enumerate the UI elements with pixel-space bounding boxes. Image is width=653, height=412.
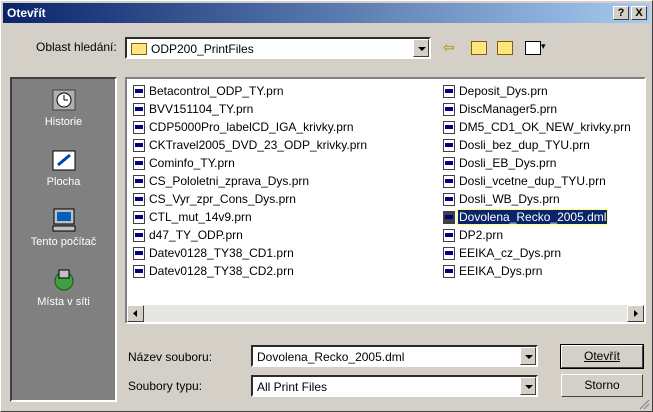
my-computer-icon (50, 207, 78, 233)
history-icon (50, 87, 78, 113)
file-name: CTL_mut_14v9.prn (149, 210, 252, 224)
filetype-label: Soubory typu: (128, 379, 203, 393)
file-name: Cominfo_TY.prn (149, 156, 235, 170)
view-dropdown-arrow-icon[interactable]: ▾ (541, 41, 546, 52)
title-bar[interactable]: Otevřít ? X (3, 3, 650, 23)
open-button[interactable]: Otevřít (560, 344, 644, 369)
file-name: Betacontrol_ODP_TY.prn (149, 84, 284, 98)
file-name: CKTravel2005_DVD_23_ODP_krivky.prn (149, 138, 368, 152)
file-name: Dovolena_Recko_2005.dml (456, 209, 609, 225)
print-file-icon (443, 265, 455, 278)
file-name: CS_Vyr_zpr_Cons_Dys.prn (149, 192, 296, 206)
filetype-dropdown-button[interactable] (520, 377, 536, 395)
filename-dropdown-button[interactable] (520, 347, 536, 365)
file-name: Dosli_bez_dup_TYU.prn (459, 138, 590, 152)
file-name: Dosli_vcetne_dup_TYU.prn (459, 174, 606, 188)
place-network[interactable]: Místa v síti (12, 267, 115, 308)
dialog-title: Otevřít (7, 6, 46, 20)
print-file-icon (133, 157, 145, 170)
print-file-icon (443, 193, 455, 206)
place-my-computer-label: Tento počítač (30, 236, 97, 248)
place-network-label: Místa v síti (37, 296, 90, 308)
print-file-icon (443, 175, 455, 188)
horizontal-scrollbar[interactable] (127, 305, 644, 322)
scroll-left-button[interactable] (127, 305, 144, 322)
desktop-icon (50, 147, 78, 173)
print-file-icon (133, 211, 145, 224)
lookin-combo[interactable]: ODP200_PrintFiles (125, 37, 431, 59)
place-my-computer[interactable]: Tento počítač (12, 207, 115, 248)
place-history[interactable]: Historie (12, 87, 115, 128)
close-button[interactable]: X (631, 6, 647, 20)
file-name: Datev0128_TY38_CD1.prn (149, 246, 294, 260)
place-desktop-label: Plocha (46, 176, 81, 188)
print-file-icon (443, 229, 455, 242)
file-name: Dosli_EB_Dys.prn (459, 156, 557, 170)
places-bar: Historie Plocha Tento počítač Místa v sí… (10, 77, 117, 402)
lookin-dropdown-button[interactable] (413, 39, 429, 57)
filetype-combo[interactable]: All Print Files (251, 375, 538, 397)
print-file-icon (133, 85, 145, 98)
cancel-button[interactable]: Storno (561, 374, 643, 397)
file-name: Datev0128_TY38_CD2.prn (149, 264, 294, 278)
print-file-icon (443, 247, 455, 260)
print-file-icon (133, 121, 145, 134)
print-file-icon (133, 175, 145, 188)
print-file-icon (133, 193, 145, 206)
file-list[interactable]: Betacontrol_ODP_TY.prn BVV151104_TY.prn … (125, 77, 646, 324)
print-file-icon (443, 85, 455, 98)
filename-combo[interactable]: Dovolena_Recko_2005.dml (251, 345, 538, 367)
file-name: CDP5000Pro_labelCD_IGA_krivky.prn (149, 120, 354, 134)
file-name: DP2.prn (459, 228, 504, 242)
file-name: Deposit_Dys.prn (459, 84, 548, 98)
back-icon[interactable]: ⇦ (443, 39, 455, 56)
filename-value: Dovolena_Recko_2005.dml (257, 350, 405, 364)
file-name: EEIKA_Dys.prn (459, 264, 543, 278)
view-menu-icon[interactable] (525, 41, 541, 55)
file-name: CS_Pololetni_zprava_Dys.prn (149, 174, 310, 188)
print-file-icon (133, 103, 145, 116)
print-file-icon (443, 139, 455, 152)
print-file-icon (443, 103, 455, 116)
print-file-icon (133, 247, 145, 260)
print-file-icon (443, 121, 455, 134)
print-file-icon (133, 265, 145, 278)
place-desktop[interactable]: Plocha (12, 147, 115, 188)
dml-file-icon (443, 211, 455, 224)
open-button-label: Otevřít (583, 349, 620, 363)
print-file-icon (443, 157, 455, 170)
file-name: d47_TY_ODP.prn (149, 228, 243, 242)
print-file-icon (133, 139, 145, 152)
file-name: DiscManager5.prn (459, 102, 558, 116)
print-file-icon (133, 229, 145, 242)
help-button[interactable]: ? (613, 6, 629, 20)
up-folder-icon[interactable] (471, 41, 487, 55)
lookin-label: Oblast hledání: (36, 40, 117, 54)
new-folder-icon[interactable] (497, 41, 513, 55)
lookin-value: ODP200_PrintFiles (151, 42, 254, 56)
scroll-right-button[interactable] (627, 305, 644, 322)
open-dialog: Otevřít ? X Oblast hledání: ODP200_Print… (0, 0, 653, 412)
file-name: BVV151104_TY.prn (149, 102, 254, 116)
file-name: Dosli_WB_Dys.prn (459, 192, 560, 206)
resize-grip-icon[interactable] (638, 398, 650, 410)
filetype-value: All Print Files (257, 380, 328, 394)
file-name: EEIKA_cz_Dys.prn (459, 246, 562, 260)
file-name: DM5_CD1_OK_NEW_krivky.prn (459, 120, 631, 134)
folder-icon (131, 43, 147, 55)
network-icon (50, 267, 78, 293)
place-history-label: Historie (44, 116, 83, 128)
filename-label: Název souboru: (128, 350, 213, 364)
